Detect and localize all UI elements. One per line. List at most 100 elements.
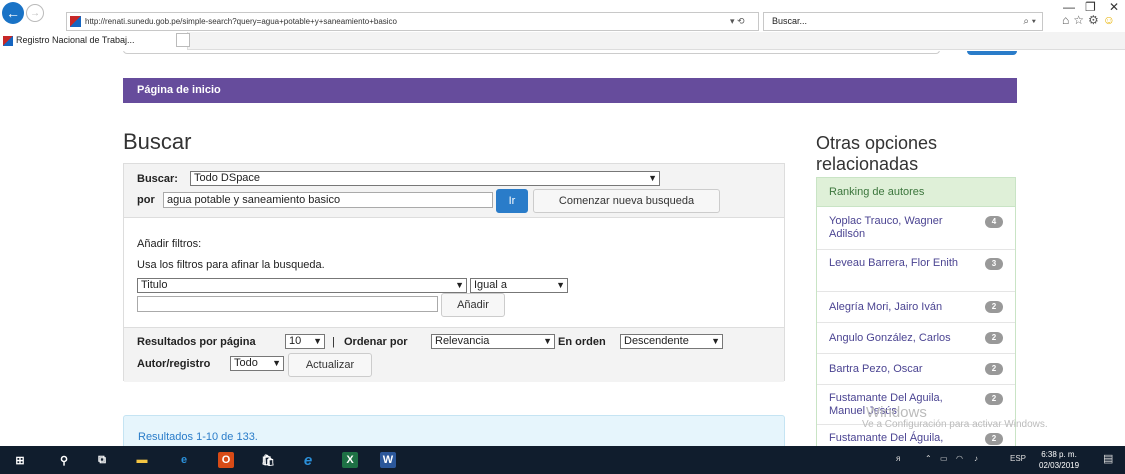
wifi-icon[interactable]: ◠ — [956, 454, 963, 463]
gear-icon[interactable]: ⚙ — [1088, 13, 1103, 27]
back-button[interactable]: ← — [2, 2, 24, 24]
volume-icon[interactable]: ♪ — [974, 454, 978, 463]
chevron-down-icon: ▼ — [648, 173, 657, 183]
order-value: Descendente — [624, 335, 689, 347]
browser-toolbar: ← → http://renati.sunedu.gob.pe/simple-s… — [0, 0, 1125, 32]
edge-icon[interactable]: e — [176, 452, 192, 468]
chevron-down-icon: ▼ — [556, 280, 565, 290]
rpp-value: 10 — [289, 335, 302, 347]
taskbar: ⊞ ⚲ ⧉ ▬ e O 🛍 e X W ᴙ ⌃ ▭ ◠ ♪ ESP 6:38 p… — [0, 446, 1125, 474]
scope-value: Todo DSpace — [194, 172, 261, 184]
search-panel: Buscar: Todo DSpace ▼ por agua potable y… — [123, 163, 785, 382]
count-badge: 2 — [985, 393, 1003, 405]
author-name: Fustamante Del Águila, — [829, 432, 944, 444]
sort-value: Relevancia — [435, 335, 490, 347]
ranking-item[interactable]: Leveau Barrera, Flor Enith 3 — [817, 250, 1015, 292]
smiley-icon[interactable]: ☺ — [1103, 13, 1119, 27]
chevron-down-icon: ▼ — [455, 280, 464, 290]
network-icon[interactable]: ▭ — [940, 454, 948, 463]
ranking-item[interactable]: Alegría Mori, Jairo Iván 2 — [817, 292, 1015, 323]
filter-operator-select[interactable]: Igual a ▼ — [470, 278, 568, 293]
order-label: En orden — [558, 336, 606, 348]
new-tab-button[interactable] — [176, 33, 190, 47]
office-icon[interactable]: O — [218, 452, 234, 468]
count-badge: 2 — [985, 433, 1003, 445]
filter-field-value: Titulo — [141, 279, 168, 291]
query-input[interactable]: agua potable y saneamiento basico — [163, 192, 493, 208]
count-badge: 3 — [985, 258, 1003, 270]
filters-title: Añadir filtros: — [137, 238, 202, 250]
sort-select[interactable]: Relevancia ▼ — [431, 334, 555, 349]
search-icon[interactable]: ⚲ — [56, 452, 72, 468]
ranking-item[interactable]: Yoplac Trauco, Wagner Adilsón 4 — [817, 208, 1015, 250]
file-explorer-icon[interactable]: ▬ — [134, 452, 150, 468]
star-icon[interactable]: ☆ — [1073, 13, 1088, 27]
results-summary: Resultados 1-10 de 133. — [123, 415, 785, 446]
author-name: Bartra Pezo, Oscar — [829, 363, 923, 375]
count-badge: 2 — [985, 332, 1003, 344]
tab-strip: Registro Nacional de Trabaj... × — [0, 32, 1125, 50]
author-name: Alegría Mori, Jairo Iván — [829, 301, 943, 313]
browser-search-box[interactable]: Buscar... ⌕ ▾ — [763, 12, 1043, 31]
query-label: por — [137, 194, 155, 206]
screen: ← → http://renati.sunedu.gob.pe/simple-s… — [0, 0, 1125, 474]
close-window-button[interactable]: ✕ — [1109, 0, 1119, 14]
order-select[interactable]: Descendente ▼ — [620, 334, 723, 349]
header-search-button[interactable] — [967, 51, 1017, 55]
forward-button[interactable]: → — [26, 4, 44, 22]
refresh-button[interactable]: ▾ ⟲ — [730, 12, 760, 31]
restore-button[interactable]: ❐ — [1085, 0, 1096, 14]
windows-start-icon[interactable]: ⊞ — [12, 452, 28, 468]
search-icon[interactable]: ⌕ ▾ — [1023, 13, 1036, 30]
add-filter-button[interactable]: Añadir — [441, 293, 505, 317]
author-label: Autor/registro — [137, 358, 211, 370]
chevron-down-icon: ▼ — [313, 336, 322, 346]
sidebar-title: Otras opciones relacionadas — [816, 133, 938, 174]
excel-icon[interactable]: X — [342, 452, 358, 468]
address-bar[interactable]: http://renati.sunedu.gob.pe/simple-searc… — [66, 12, 759, 31]
rpp-label: Resultados por página — [137, 336, 256, 348]
scope-select[interactable]: Todo DSpace ▼ — [190, 171, 660, 186]
filter-field-select[interactable]: Titulo ▼ — [137, 278, 467, 293]
breadcrumb-home-link[interactable]: Página de inicio — [137, 84, 221, 96]
ie-toolbar-icons: ⌂☆⚙☺ — [1062, 13, 1119, 27]
browser-tab[interactable]: Registro Nacional de Trabaj... × — [0, 32, 188, 50]
rpp-select[interactable]: 10 ▼ — [285, 334, 325, 349]
scope-label: Buscar: — [137, 173, 178, 185]
arrow-right-icon: → — [30, 7, 40, 19]
author-select[interactable]: Todo ▼ — [230, 356, 284, 371]
language-indicator[interactable]: ESP — [1010, 454, 1026, 463]
count-badge: 4 — [985, 216, 1003, 228]
options-separator: | — [332, 336, 335, 348]
tab-favicon-icon — [3, 36, 13, 46]
filter-value-input[interactable] — [137, 296, 438, 312]
filter-operator-value: Igual a — [474, 279, 508, 291]
results-count-text: Resultados 1-10 de 133. — [138, 431, 258, 443]
internet-explorer-icon[interactable]: e — [300, 452, 316, 469]
author-value: Todo — [234, 357, 258, 369]
site-favicon-icon — [70, 16, 81, 27]
word-icon[interactable]: W — [380, 452, 396, 468]
task-view-icon[interactable]: ⧉ — [94, 452, 110, 468]
tray-expand-icon[interactable]: ⌃ — [925, 454, 932, 463]
update-button[interactable]: Actualizar — [288, 353, 372, 377]
store-icon[interactable]: 🛍 — [260, 452, 276, 468]
header-search-input[interactable] — [123, 51, 940, 54]
page-content: Página de inicio Buscar Buscar: Todo DSp… — [0, 51, 1125, 446]
search-options-bar: Resultados por página 10 ▼ | Ordenar por… — [124, 327, 784, 382]
minimize-button[interactable]: — — [1063, 0, 1075, 14]
activation-watermark-text: Ve a Configuración para activar Windows. — [862, 419, 1048, 430]
count-badge: 2 — [985, 301, 1003, 313]
notifications-icon[interactable]: ▤ — [1103, 452, 1113, 465]
home-icon[interactable]: ⌂ — [1062, 13, 1073, 27]
go-button[interactable]: Ir — [496, 189, 528, 213]
breadcrumb: Página de inicio — [123, 78, 1017, 103]
ranking-item[interactable]: Bartra Pezo, Oscar 2 — [817, 354, 1015, 385]
new-search-button[interactable]: Comenzar nueva busqueda — [533, 189, 720, 213]
system-clock[interactable]: 6:38 p. m. 02/03/2019 — [1039, 449, 1079, 471]
ranking-item[interactable]: Angulo González, Carlos 2 — [817, 323, 1015, 354]
query-value: agua potable y saneamiento basico — [167, 194, 341, 206]
count-badge: 2 — [985, 363, 1003, 375]
chevron-down-icon: ▼ — [711, 336, 720, 346]
people-icon[interactable]: ᴙ — [896, 454, 900, 463]
